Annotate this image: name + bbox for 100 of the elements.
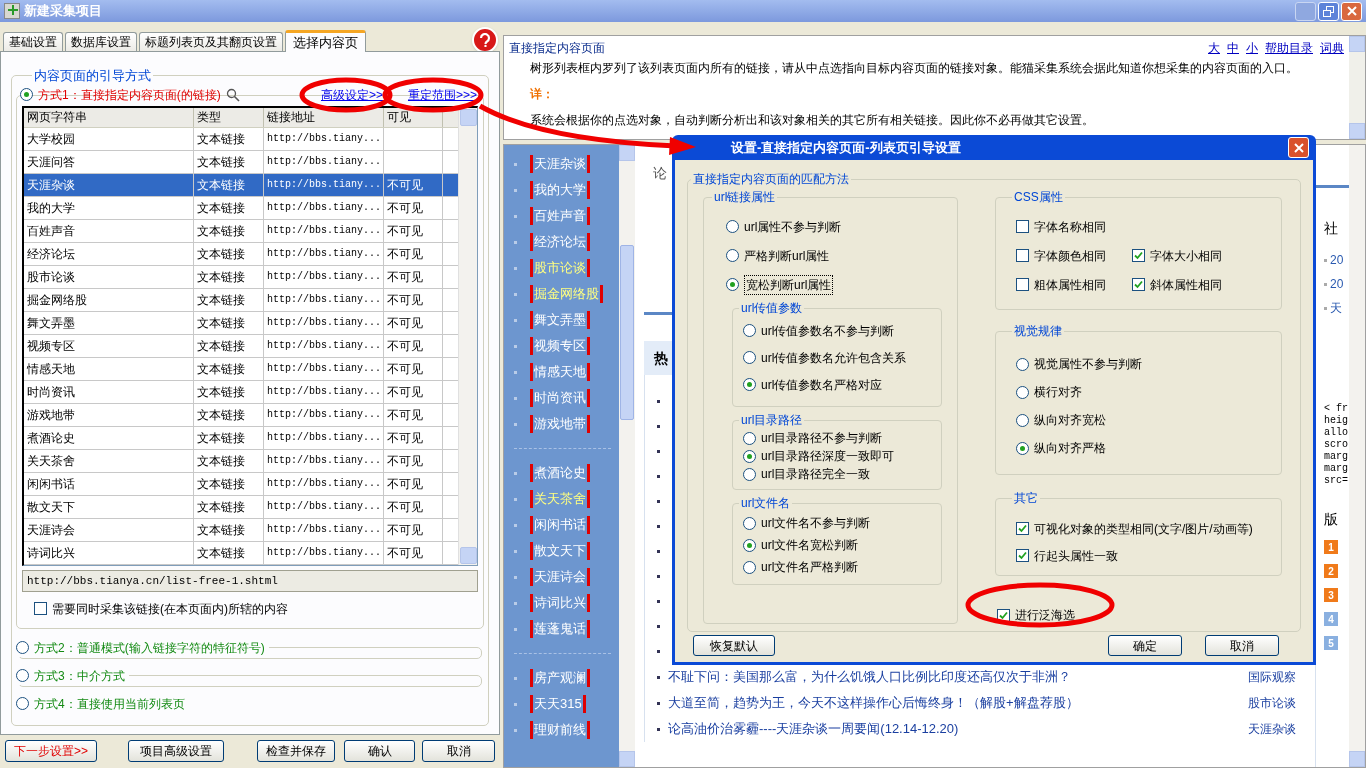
table-row[interactable]: 经济论坛 文本链接 http://bbs.tiany... 不可见: [24, 242, 458, 266]
rank-badge: 4: [1324, 612, 1338, 626]
scrollbar[interactable]: [1349, 145, 1365, 767]
checkbox[interactable]: [1132, 249, 1145, 262]
dialog-button[interactable]: 恢复默认: [693, 635, 775, 656]
tab[interactable]: 标题列表页及其翻页设置: [139, 32, 283, 51]
group-title: url传值参数: [740, 300, 804, 317]
bullet-icon: [514, 214, 517, 218]
checkbox[interactable]: [34, 602, 47, 615]
tab[interactable]: 数据库设置: [65, 32, 137, 51]
radio-button[interactable]: [743, 538, 756, 552]
table-row[interactable]: 情感天地 文本链接 http://bbs.tiany... 不可见: [24, 357, 458, 381]
table-row[interactable]: 散文天下 文本链接 http://bbs.tiany... 不可见: [24, 495, 458, 519]
section-link[interactable]: 股市论谈: [1248, 694, 1296, 712]
scrollbar[interactable]: [619, 145, 635, 767]
help-link[interactable]: 词典: [1320, 38, 1344, 57]
help-link[interactable]: 小: [1246, 38, 1258, 57]
column-header[interactable]: 网页字符串: [24, 107, 194, 127]
radio-button[interactable]: [743, 324, 756, 337]
radio-button[interactable]: [743, 378, 756, 391]
column-header[interactable]: 可见: [384, 107, 443, 127]
dialog-button[interactable]: 下一步设置>>: [5, 740, 97, 762]
radio-button[interactable]: [743, 560, 756, 574]
table-row[interactable]: 诗词比兴 文本链接 http://bbs.tiany... 不可见: [24, 541, 458, 565]
radio-button[interactable]: [743, 467, 756, 481]
tab[interactable]: 选择内容页: [285, 30, 366, 52]
scroll-up-button[interactable]: [459, 108, 477, 126]
dialog-button[interactable]: 检查并保存: [256, 740, 336, 762]
news-link[interactable]: 大道至简，趋势为王，今天不这样操作心后悔终身！（解股+解盘荐股）: [668, 693, 1240, 713]
link[interactable]: 天: [1330, 299, 1342, 317]
radio-button[interactable]: [16, 641, 29, 654]
news-link[interactable]: 论高油价治雾霾----天涯杂谈一周要闻(12.14-12.20): [668, 719, 1240, 739]
table-cell-text: http://bbs.tiany...: [267, 270, 382, 284]
tab[interactable]: 基础设置: [3, 32, 63, 51]
dialog-button[interactable]: 项目高级设置: [127, 740, 224, 762]
news-link[interactable]: 不耻下问：美国那么富，为什么饥饿人口比例比印度还高仅次于非洲？: [668, 667, 1240, 687]
section-link[interactable]: 国际观察: [1248, 668, 1296, 686]
table-row[interactable]: 百姓声音 文本链接 http://bbs.tiany... 不可见: [24, 219, 458, 243]
link[interactable]: 高级设定>>: [320, 85, 383, 104]
link[interactable]: 20: [1330, 275, 1344, 293]
table-row[interactable]: 大学校园 文本链接 http://bbs.tiany...: [24, 127, 458, 151]
section-link[interactable]: 天涯杂谈: [1248, 720, 1296, 738]
table-row[interactable]: 天涯杂谈 文本链接 http://bbs.tiany... 不可见: [24, 173, 458, 197]
option-label: 纵向对齐宽松: [1034, 412, 1106, 429]
restore-button[interactable]: [1318, 1, 1339, 21]
close-button[interactable]: [1288, 137, 1309, 158]
url-field[interactable]: http://bbs.tianya.cn/list-free-1.shtml: [22, 569, 478, 592]
help-paragraph: 详：: [530, 86, 555, 102]
dialog-button[interactable]: 确定: [1108, 635, 1182, 656]
table-row[interactable]: 闲闲书话 文本链接 http://bbs.tiany... 不可见: [24, 472, 458, 496]
radio-button[interactable]: [16, 697, 29, 710]
radio-button[interactable]: [743, 516, 756, 530]
bullet-icon: [657, 525, 660, 528]
checkbox[interactable]: [1016, 249, 1029, 262]
table-row[interactable]: 天涯诗会 文本链接 http://bbs.tiany... 不可见: [24, 518, 458, 542]
dialog-button[interactable]: 取消: [422, 740, 495, 762]
table-row[interactable]: 游戏地带 文本链接 http://bbs.tiany... 不可见: [24, 403, 458, 427]
table-cell-text: http://bbs.tiany...: [267, 385, 382, 399]
help-link[interactable]: 大: [1208, 38, 1220, 57]
table-row[interactable]: 股市论谈 文本链接 http://bbs.tiany... 不可见: [24, 265, 458, 289]
group-title: CSS属性: [1013, 189, 1064, 206]
close-button[interactable]: [1341, 1, 1362, 21]
table-row[interactable]: 我的大学 文本链接 http://bbs.tiany... 不可见: [24, 196, 458, 220]
help-link[interactable]: 帮助目录: [1265, 38, 1313, 57]
radio-button[interactable]: [1016, 385, 1029, 399]
help-icon[interactable]: [472, 27, 498, 53]
radio-button[interactable]: [726, 249, 739, 262]
radio-button[interactable]: [743, 449, 756, 463]
dialog-button[interactable]: 取消: [1205, 635, 1279, 656]
radio-button[interactable]: [1016, 441, 1029, 455]
checkbox[interactable]: [1016, 278, 1029, 291]
table-row[interactable]: 视频专区 文本链接 http://bbs.tiany... 不可见: [24, 334, 458, 358]
checkbox[interactable]: [1016, 522, 1029, 535]
checkbox[interactable]: [1016, 220, 1029, 233]
table-row[interactable]: 时尚资讯 文本链接 http://bbs.tiany... 不可见: [24, 380, 458, 404]
column-header[interactable]: 类型: [194, 107, 264, 127]
table-row[interactable]: 煮酒论史 文本链接 http://bbs.tiany... 不可见: [24, 426, 458, 450]
table-row[interactable]: 天涯问答 文本链接 http://bbs.tiany...: [24, 150, 458, 174]
scroll-thumb[interactable]: [620, 245, 634, 420]
help-link[interactable]: 中: [1227, 38, 1239, 57]
column-header[interactable]: 链接地址: [264, 107, 384, 127]
radio-button[interactable]: [743, 431, 756, 445]
option-label: 行起头属性一致: [1034, 547, 1118, 565]
table-row[interactable]: 掘金网络股 文本链接 http://bbs.tiany... 不可见: [24, 288, 458, 312]
dialog-button[interactable]: 确认: [344, 740, 416, 762]
link[interactable]: 20: [1330, 251, 1344, 269]
table-row[interactable]: 关天茶舍 文本链接 http://bbs.tiany... 不可见: [24, 449, 458, 473]
option-label: 宽松判断url属性: [744, 274, 834, 295]
radio-button[interactable]: [1016, 413, 1029, 427]
table-row[interactable]: 舞文弄墨 文本链接 http://bbs.tiany... 不可见: [24, 311, 458, 335]
radio-button[interactable]: [726, 220, 739, 233]
radio-button[interactable]: [16, 669, 29, 682]
radio-button[interactable]: [726, 278, 739, 291]
link[interactable]: 重定范围>>>: [407, 85, 477, 104]
radio-button[interactable]: [743, 351, 756, 364]
scrollbar[interactable]: [458, 107, 477, 565]
checkbox[interactable]: [1016, 549, 1029, 562]
radio-button[interactable]: [20, 88, 33, 101]
checkbox[interactable]: [1132, 278, 1145, 291]
radio-button[interactable]: [1016, 357, 1029, 371]
